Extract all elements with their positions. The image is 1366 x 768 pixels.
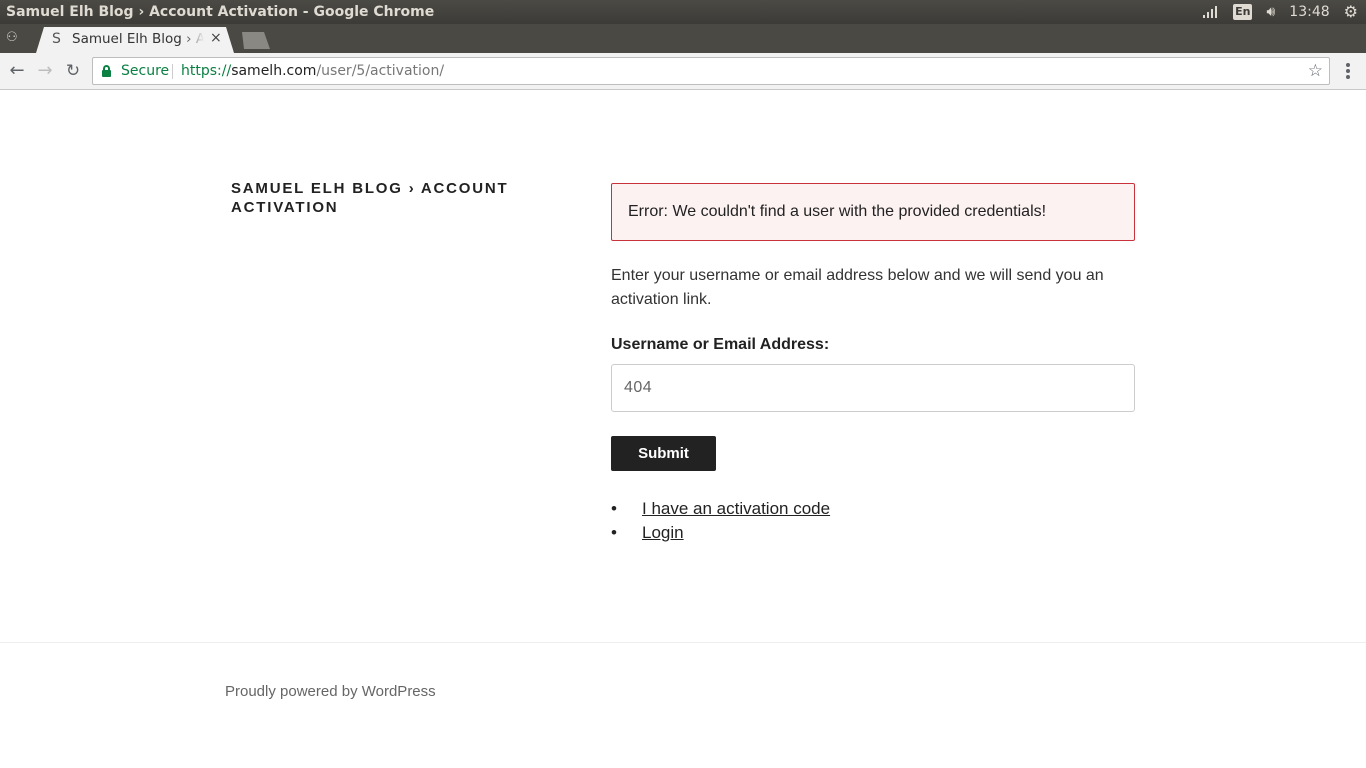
- security-label[interactable]: Secure: [121, 58, 169, 84]
- browser-toolbar: ← → ↻ Secure https://samelh.com/user/5/a…: [0, 53, 1366, 90]
- window-title: Samuel Elh Blog › Account Activation - G…: [6, 4, 435, 20]
- more-menu-icon[interactable]: [1340, 59, 1356, 83]
- bullet: •: [611, 523, 617, 542]
- keyboard-layout-icon[interactable]: En: [1233, 4, 1253, 20]
- activation-form-area: Error: We couldn't find a user with the …: [611, 183, 1135, 545]
- settings-gear-icon[interactable]: ⚙︎: [1344, 0, 1358, 24]
- volume-icon[interactable]: 🔊︎: [1266, 0, 1275, 24]
- system-tray: En 🔊︎ 13:48 ⚙︎: [1203, 0, 1358, 24]
- page-content: Samuel Elh Blog › Account Activation Err…: [0, 90, 1366, 768]
- url-scheme: https://: [181, 63, 232, 79]
- browser-tab-active[interactable]: S Samuel Elh Blog › Account Activation ×: [36, 27, 234, 53]
- lock-icon[interactable]: [102, 65, 111, 77]
- url-host: samelh.com: [231, 63, 317, 79]
- action-links: • I have an activation code • Login: [611, 497, 1135, 545]
- submit-button[interactable]: Submit: [611, 436, 716, 471]
- list-item: • I have an activation code: [611, 497, 1135, 521]
- forward-arrow-icon[interactable]: →: [33, 59, 57, 83]
- signal-icon[interactable]: [1203, 5, 1219, 19]
- incognito-icon: ⚇: [6, 30, 18, 45]
- tab-close-icon[interactable]: ×: [210, 30, 222, 46]
- url-path: /user/5/activation/: [316, 63, 445, 79]
- back-arrow-icon[interactable]: ←: [5, 59, 29, 83]
- tab-title: Samuel Elh Blog › Account Activation: [72, 31, 204, 47]
- new-tab-button[interactable]: [242, 32, 270, 49]
- bookmark-star-icon[interactable]: ☆: [1308, 58, 1323, 84]
- url-text[interactable]: https://samelh.com/user/5/activation/: [181, 58, 444, 84]
- site-title[interactable]: Samuel Elh Blog › Account Activation: [231, 179, 531, 217]
- clock[interactable]: 13:48: [1289, 0, 1329, 24]
- favicon-icon: S: [52, 31, 61, 47]
- reload-icon[interactable]: ↻: [61, 59, 85, 83]
- intro-text: Enter your username or email address bel…: [611, 267, 1104, 308]
- address-separator: [172, 64, 173, 79]
- login-link[interactable]: Login: [642, 523, 684, 542]
- bullet: •: [611, 499, 617, 518]
- footer-credit[interactable]: Proudly powered by WordPress: [225, 683, 436, 700]
- footer-divider: [0, 642, 1366, 643]
- address-bar[interactable]: Secure https://samelh.com/user/5/activat…: [92, 57, 1330, 85]
- tab-strip: ⚇ S Samuel Elh Blog › Account Activation…: [0, 24, 1366, 53]
- username-email-label: Username or Email Address:: [611, 336, 830, 353]
- window-title-bar: Samuel Elh Blog › Account Activation - G…: [0, 0, 1366, 24]
- error-notice: Error: We couldn't find a user with the …: [611, 183, 1135, 241]
- list-item: • Login: [611, 521, 1135, 545]
- username-email-input[interactable]: [611, 364, 1135, 412]
- activation-code-link[interactable]: I have an activation code: [642, 499, 830, 518]
